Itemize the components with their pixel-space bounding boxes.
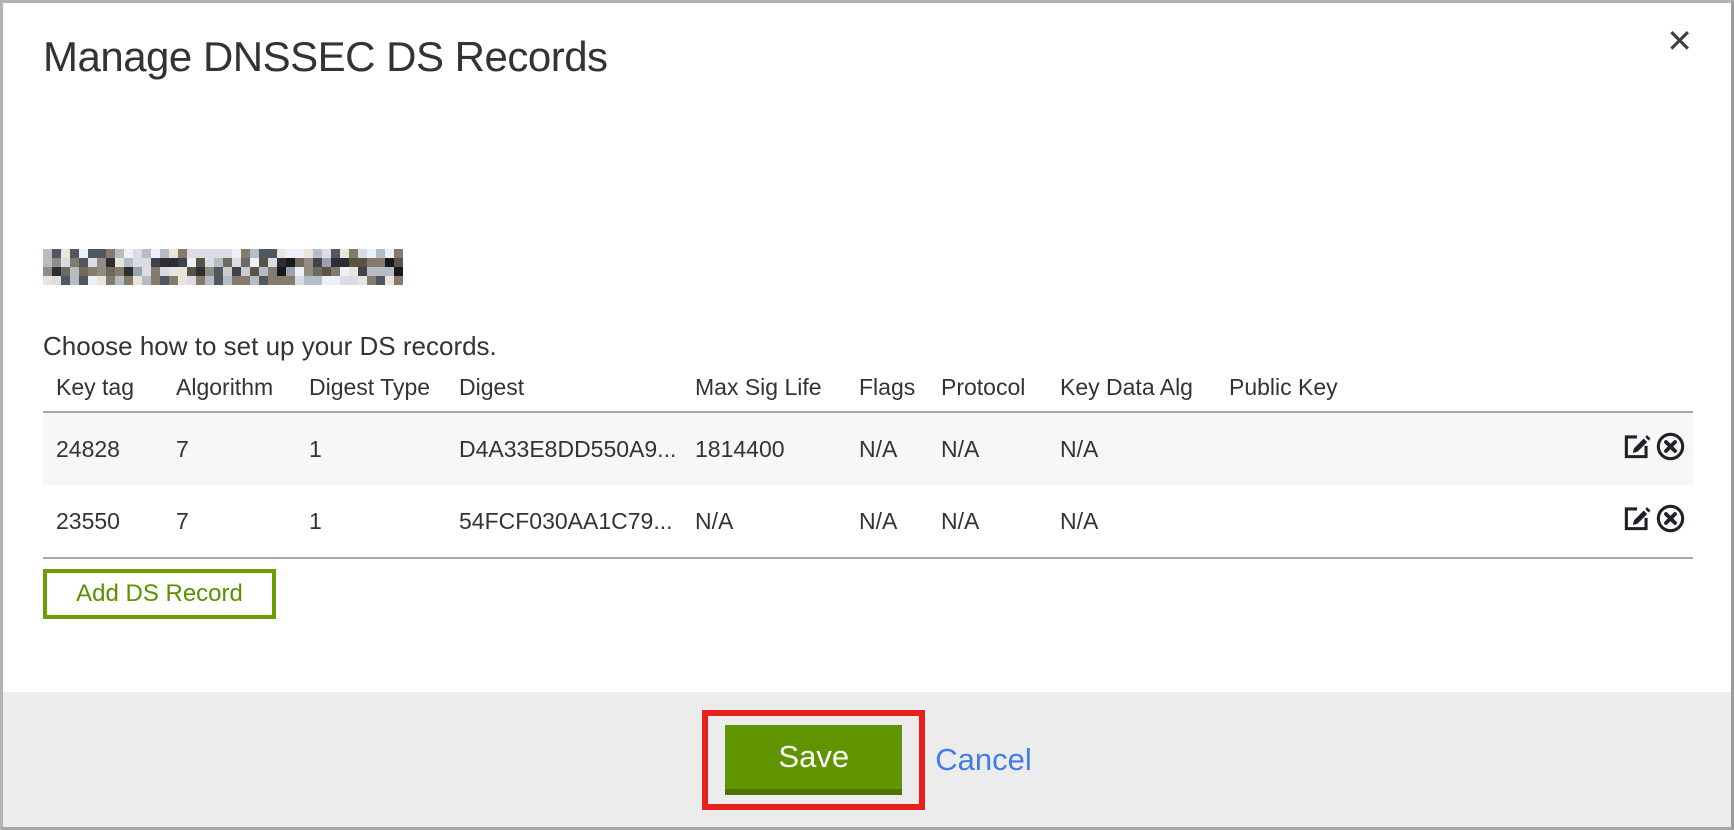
cell-algorithm: 7 (163, 412, 296, 485)
cell-public-key (1216, 485, 1608, 558)
table-row: 23550 7 1 54FCF030AA1C79... N/A N/A N/A … (43, 485, 1693, 558)
col-header-public-key: Public Key (1216, 374, 1608, 412)
cell-key-data-alg: N/A (1047, 412, 1216, 485)
cell-public-key (1216, 412, 1608, 485)
cell-actions (1608, 412, 1693, 485)
cell-max-sig-life: N/A (682, 485, 846, 558)
cell-digest-type: 1 (296, 485, 446, 558)
cell-max-sig-life: 1814400 (682, 412, 846, 485)
cell-protocol: N/A (928, 485, 1047, 558)
ds-records-table: Key tag Algorithm Digest Type Digest Max… (43, 374, 1693, 559)
col-header-key-tag: Key tag (43, 374, 163, 412)
col-header-actions (1608, 374, 1693, 412)
cell-flags: N/A (846, 412, 928, 485)
col-header-protocol: Protocol (928, 374, 1047, 412)
table-row: 24828 7 1 D4A33E8DD550A9... 1814400 N/A … (43, 412, 1693, 485)
col-header-algorithm: Algorithm (163, 374, 296, 412)
add-ds-record-button[interactable]: Add DS Record (43, 569, 276, 619)
col-header-flags: Flags (846, 374, 928, 412)
edit-icon (1621, 522, 1652, 537)
close-icon[interactable]: ✕ (1666, 25, 1693, 57)
dialog-footer: Save Cancel (3, 692, 1731, 827)
delete-record-button[interactable] (1655, 503, 1686, 534)
save-button[interactable]: Save (725, 725, 902, 795)
redacted-domain (43, 249, 403, 285)
red-annotation-box: Save (702, 710, 925, 810)
table-header-row: Key tag Algorithm Digest Type Digest Max… (43, 374, 1693, 412)
delete-icon (1655, 522, 1686, 537)
cell-key-tag: 24828 (43, 412, 163, 485)
edit-record-button[interactable] (1621, 431, 1652, 462)
cell-digest-type: 1 (296, 412, 446, 485)
cell-actions (1608, 485, 1693, 558)
page-title: Manage DNSSEC DS Records (43, 33, 1691, 81)
edit-record-button[interactable] (1621, 503, 1652, 534)
cell-protocol: N/A (928, 412, 1047, 485)
cell-key-data-alg: N/A (1047, 485, 1216, 558)
col-header-key-data-alg: Key Data Alg (1047, 374, 1216, 412)
cell-key-tag: 23550 (43, 485, 163, 558)
cell-digest: D4A33E8DD550A9... (446, 412, 682, 485)
cell-algorithm: 7 (163, 485, 296, 558)
delete-record-button[interactable] (1655, 431, 1686, 462)
edit-icon (1621, 450, 1652, 465)
cancel-link[interactable]: Cancel (935, 742, 1032, 778)
cell-digest: 54FCF030AA1C79... (446, 485, 682, 558)
manage-dnssec-ds-records-dialog: ✕ Manage DNSSEC DS Records Choose how to… (0, 0, 1734, 830)
dialog-content: Manage DNSSEC DS Records Choose how to s… (3, 33, 1731, 619)
col-header-digest-type: Digest Type (296, 374, 446, 412)
instruction-text: Choose how to set up your DS records. (43, 331, 1691, 362)
cell-flags: N/A (846, 485, 928, 558)
col-header-max-sig-life: Max Sig Life (682, 374, 846, 412)
delete-icon (1655, 450, 1686, 465)
col-header-digest: Digest (446, 374, 682, 412)
